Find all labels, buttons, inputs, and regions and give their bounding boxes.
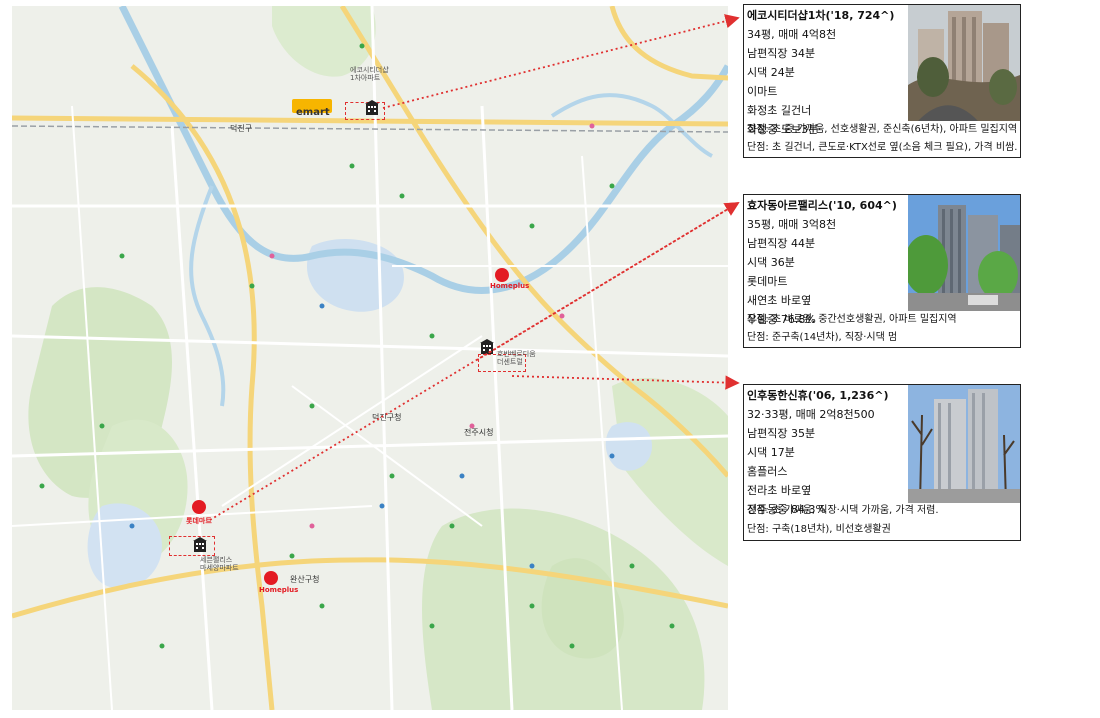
apartment-card-hyoja: 효자동아르팰리스('10, 604^) 35평, 매매 3억8천 남편직장 44…	[743, 194, 1021, 348]
apartment-card-inhu: 인후동한신휴('06, 1,236^) 32·33평, 매매 2억8천500 남…	[743, 384, 1021, 541]
apartment-detail: 시댁 17분	[747, 446, 795, 459]
homeplus-label-bottom: Homeplus	[259, 586, 299, 594]
district-label-deokjin: 덕진구	[230, 124, 253, 133]
building-marker-icon[interactable]	[479, 339, 495, 355]
apartment-detail: 화정초 길건너	[747, 104, 812, 117]
apartment-pros: 장점: 초 가까움, 직장·시댁 가까움, 가격 저렴.	[747, 505, 939, 516]
apartment-detail: 35평, 매매 3억8천	[747, 218, 837, 231]
apartment-title: 효자동아르팰리스('10, 604^)	[747, 199, 897, 212]
apartment-detail: 남편직장 34분	[747, 47, 816, 60]
homeplus-marker-bottom[interactable]	[264, 571, 278, 585]
apartment-cons: 단점: 준구축(14년차), 직장·시댁 멈	[747, 332, 898, 343]
apartment-detail: 새연초 바로옆	[747, 294, 812, 307]
apartment-cons: 단점: 초 길건너, 큰도로·KTX선로 옆(소음 체크 필요), 가격 비쌈.	[747, 142, 1018, 153]
lotte-marker[interactable]	[192, 500, 206, 514]
hyoja-pin-label: 호반베르디움 더센트럴	[497, 350, 536, 366]
apartment-detail: 시댁 24분	[747, 66, 795, 79]
apartment-detail: 시댁 36분	[747, 256, 795, 269]
lotte-label: 롯데마트	[186, 517, 212, 525]
apartment-title: 에코시티더샵1차('18, 724^)	[747, 9, 895, 22]
apartment-detail: 남편직장 44분	[747, 237, 816, 250]
map-area[interactable]: 덕진구 완산구청 덕진구청 전주시청 emart 에코시티더샵 1차아파트 Ho…	[12, 6, 728, 710]
apartment-card-eco: 에코시티더샵1차('18, 724^) 34평, 매매 4억8천 남편직장 34…	[743, 4, 1021, 158]
apartment-detail: 32·33평, 매매 2억8천500	[747, 408, 875, 421]
apartment-detail: 남편직장 35분	[747, 427, 816, 440]
emart-logo-text: emart	[296, 107, 330, 118]
district-label-deokjin-office: 덕진구청	[372, 413, 402, 422]
apartment-title: 인후동한신휴('06, 1,236^)	[747, 389, 889, 402]
apartment-cons: 단점: 구축(18년차), 비선호생활권	[747, 524, 891, 535]
building-marker-icon[interactable]	[192, 537, 208, 553]
homeplus-marker-top[interactable]	[495, 268, 509, 282]
emart-logo: emart	[292, 99, 332, 118]
homeplus-label-top: Homeplus	[490, 282, 530, 290]
apartment-detail: 34평, 매매 4억8천	[747, 28, 837, 41]
apartment-detail: 홈플러스	[747, 465, 788, 478]
inhu-pin-label: 세븐팰리스 마세양마파트	[200, 556, 239, 572]
building-marker-icon[interactable]	[364, 100, 380, 116]
apartment-detail: 전라초 바로옆	[747, 484, 812, 497]
apartment-detail: 롯데마트	[747, 275, 788, 288]
eco-city-pin-label: 에코시티더샵 1차아파트	[350, 66, 389, 82]
apartment-pros: 장점: 초·중 가까움, 선호생활권, 준신축(6년차), 아파트 밀집지역	[747, 124, 1018, 135]
apartment-detail: 이마트	[747, 85, 778, 98]
apartment-pros: 장점: 초 바로옆, 중간선호생활권, 아파트 밀집지역	[747, 314, 957, 325]
apartment-photo	[908, 385, 1020, 503]
district-label-city-hall: 전주시청	[464, 428, 494, 437]
apartment-photo	[908, 195, 1020, 311]
district-label-wansan-office: 완산구청	[290, 575, 320, 584]
apartment-photo	[908, 5, 1020, 121]
